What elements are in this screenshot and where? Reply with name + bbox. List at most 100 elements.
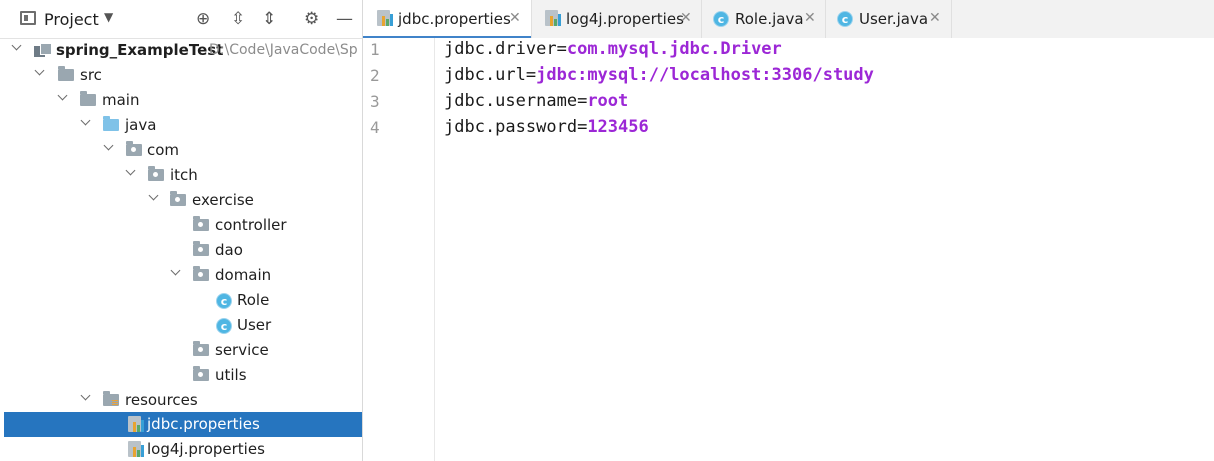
tree-item-project-root[interactable]: spring_ExampleTest D:\Code\JavaCode\Sp [0, 38, 362, 63]
package-icon [193, 366, 209, 381]
tree-item-label: Role [237, 291, 270, 309]
property-key: jdbc.url [444, 65, 526, 85]
line-number: 2 [370, 66, 380, 85]
tab-label: jdbc.properties [398, 10, 511, 28]
java-class-icon: c [216, 318, 232, 334]
tab-jdbc-properties[interactable]: jdbc.properties ✕ [363, 0, 532, 39]
tree-item-resources[interactable]: resources [0, 388, 362, 413]
java-class-icon: c [713, 11, 729, 27]
tree-item-label: utils [215, 366, 247, 384]
tree-item-role[interactable]: c Role [0, 288, 362, 313]
line-number: 3 [370, 92, 380, 111]
minimize-icon[interactable]: — [336, 9, 353, 29]
expand-all-icon[interactable]: ⇳ [231, 9, 245, 29]
equals-sign: = [577, 117, 588, 137]
tree-item-label: User [237, 316, 272, 334]
tree-item-label: com [147, 141, 180, 159]
tree-item-label: dao [215, 241, 243, 259]
package-icon [148, 166, 164, 181]
chevron-down-icon[interactable] [81, 391, 93, 405]
package-icon [193, 341, 209, 356]
tree-item-jdbc-properties[interactable]: jdbc.properties [4, 412, 362, 437]
gear-icon[interactable]: ⚙ [304, 9, 319, 29]
package-icon [170, 191, 186, 206]
tab-label: Role.java [735, 10, 804, 28]
tree-item-itch[interactable]: itch [0, 163, 362, 188]
close-icon[interactable]: ✕ [929, 10, 941, 26]
code-line[interactable]: jdbc.username=root [444, 91, 628, 111]
code-editor[interactable]: jdbc.driver=com.mysql.jdbc.Driver jdbc.u… [435, 38, 1214, 461]
tab-role-java[interactable]: c Role.java ✕ [701, 0, 826, 38]
tree-item-domain[interactable]: domain [0, 263, 362, 288]
property-value: 123456 [587, 117, 649, 137]
tree-item-label: resources [125, 391, 198, 409]
tree-item-label: domain [215, 266, 272, 284]
package-icon [193, 241, 209, 256]
equals-sign: = [577, 91, 588, 111]
line-number: 1 [370, 40, 380, 59]
chevron-down-icon[interactable] [81, 116, 93, 130]
code-line[interactable]: jdbc.password=123456 [444, 117, 649, 137]
package-icon [126, 141, 142, 156]
chevron-down-icon[interactable] [171, 266, 183, 280]
chevron-down-icon[interactable]: ▼ [104, 10, 113, 24]
project-path: D:\Code\JavaCode\Sp [209, 42, 358, 58]
chevron-down-icon[interactable] [126, 166, 138, 180]
chevron-down-icon[interactable] [35, 66, 47, 80]
equals-sign: = [556, 39, 567, 59]
collapse-all-icon[interactable]: ⇕ [262, 9, 276, 29]
chevron-down-icon[interactable] [12, 41, 24, 55]
tree-item-exercise[interactable]: exercise [0, 188, 362, 213]
code-line[interactable]: jdbc.url=jdbc:mysql://localhost:3306/stu… [444, 65, 874, 85]
tab-user-java[interactable]: c User.java ✕ [825, 0, 952, 38]
project-view-icon[interactable] [20, 11, 36, 25]
chevron-down-icon[interactable] [149, 191, 161, 205]
tree-item-controller[interactable]: controller [0, 213, 362, 238]
properties-file-icon [128, 416, 144, 433]
properties-file-icon [128, 441, 144, 458]
tree-item-user[interactable]: c User [0, 313, 362, 338]
code-line[interactable]: jdbc.driver=com.mysql.jdbc.Driver [444, 39, 782, 59]
property-value: com.mysql.jdbc.Driver [566, 39, 782, 59]
tree-item-utils[interactable]: utils [0, 363, 362, 388]
tree-item-dao[interactable]: dao [0, 238, 362, 263]
property-key: jdbc.username [444, 91, 578, 111]
resources-folder-icon [103, 391, 119, 406]
tree-item-label: java [125, 116, 157, 134]
folder-icon [80, 91, 96, 106]
tree-item-label: main [102, 91, 140, 109]
tree-item-java[interactable]: java [0, 113, 362, 138]
chevron-down-icon[interactable] [104, 141, 116, 155]
tab-label: User.java [859, 10, 929, 28]
package-icon [193, 266, 209, 281]
close-icon[interactable]: ✕ [680, 10, 692, 26]
project-view-dropdown[interactable]: Project [44, 10, 99, 29]
source-root-folder-icon [103, 116, 119, 131]
tree-item-label: controller [215, 216, 287, 234]
editor-tab-bar: jdbc.properties ✕ log4j.properties ✕ c R… [363, 0, 1214, 39]
tree-item-label: jdbc.properties [147, 415, 260, 433]
properties-file-icon [377, 10, 393, 27]
tab-label: log4j.properties [566, 10, 684, 28]
tree-item-log4j-properties[interactable]: log4j.properties [0, 437, 362, 461]
java-class-icon: c [216, 293, 232, 309]
tree-item-label: itch [170, 166, 198, 184]
project-panel-header: Project ▼ ⊕ ⇳ ⇕ ⚙ — [0, 0, 362, 39]
close-icon[interactable]: ✕ [509, 10, 521, 26]
tree-item-com[interactable]: com [0, 138, 362, 163]
line-number: 4 [370, 118, 380, 137]
tree-item-main[interactable]: main [0, 88, 362, 113]
java-class-icon: c [837, 11, 853, 27]
property-key: jdbc.password [444, 117, 578, 137]
tab-log4j-properties[interactable]: log4j.properties ✕ [531, 0, 702, 38]
tree-item-service[interactable]: service [0, 338, 362, 363]
close-icon[interactable]: ✕ [804, 10, 816, 26]
chevron-down-icon[interactable] [58, 91, 70, 105]
tree-item-src[interactable]: src [0, 63, 362, 88]
property-value: root [587, 91, 629, 111]
tree-item-label: exercise [192, 191, 254, 209]
tree-item-label: log4j.properties [147, 440, 265, 458]
property-key: jdbc.driver [444, 39, 557, 59]
crosshair-icon[interactable]: ⊕ [196, 9, 210, 29]
properties-file-icon [545, 10, 561, 27]
